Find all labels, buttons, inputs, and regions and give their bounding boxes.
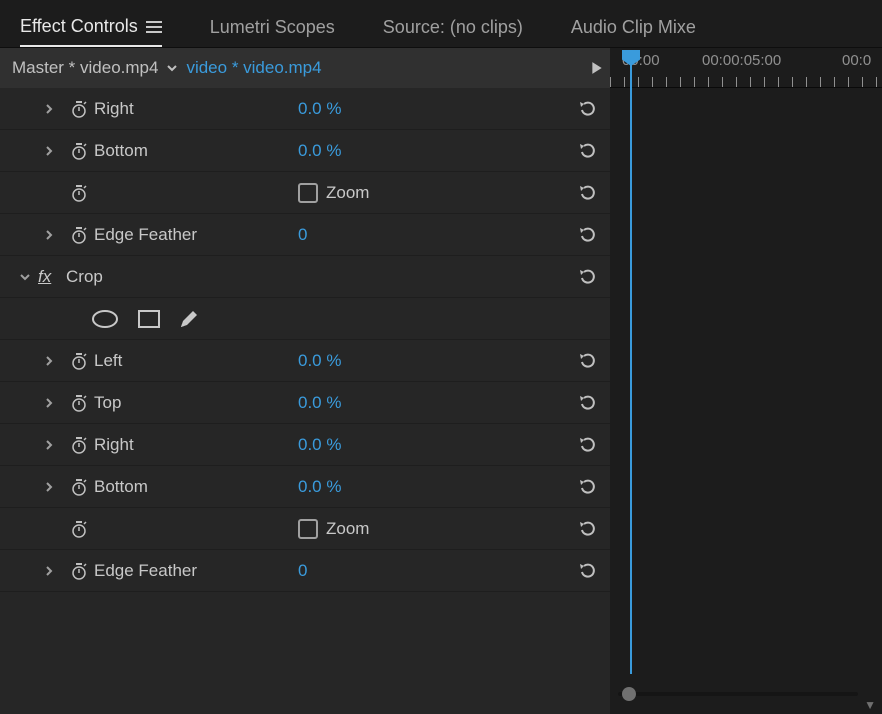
reset-icon[interactable] (576, 392, 598, 414)
chevron-right-icon[interactable] (44, 566, 64, 576)
stopwatch-icon[interactable] (64, 351, 94, 371)
sequence-clip-label[interactable]: video * video.mp4 (186, 58, 321, 78)
ruler-ticks (610, 77, 882, 87)
fx-badge-icon[interactable]: fx (38, 267, 66, 287)
prop-value[interactable]: 0.0 % (298, 99, 341, 119)
prop-value[interactable]: 0.0 % (298, 477, 341, 497)
reset-icon[interactable] (576, 224, 598, 246)
stopwatch-icon[interactable] (64, 435, 94, 455)
play-icon[interactable] (590, 61, 604, 75)
prop-crop-bottom: Bottom 0.0 % (0, 466, 610, 508)
resize-corner-icon[interactable]: ▼ (864, 698, 876, 712)
prop-value[interactable]: 0.0 % (298, 351, 341, 371)
prop-label: Bottom (94, 477, 148, 497)
prop-crop-zoom: Zoom (0, 508, 610, 550)
stopwatch-icon[interactable] (64, 225, 94, 245)
stopwatch-icon[interactable] (64, 99, 94, 119)
prop-label: Left (94, 351, 122, 371)
rectangle-mask-icon[interactable] (136, 308, 162, 330)
prop-crop-edge-feather: Edge Feather 0 (0, 550, 610, 592)
keyframe-timeline: 00:00 00:00:05:00 00:0 ▼ (610, 48, 882, 714)
stopwatch-icon[interactable] (64, 141, 94, 161)
reset-icon[interactable] (576, 518, 598, 540)
effect-controls-panel: Master * video.mp4 video * video.mp4 Rig… (0, 48, 610, 714)
ellipse-mask-icon[interactable] (90, 308, 120, 330)
tab-effect-controls[interactable]: Effect Controls (20, 8, 162, 47)
chevron-right-icon[interactable] (44, 104, 64, 114)
pen-mask-icon[interactable] (178, 308, 200, 330)
prop-crop-top: Top 0.0 % (0, 382, 610, 424)
effect-name: Crop (66, 267, 103, 287)
prop-edge-feather: Edge Feather 0 (0, 214, 610, 256)
reset-icon[interactable] (576, 560, 598, 582)
prop-right: Right 0.0 % (0, 88, 610, 130)
effect-crop-header[interactable]: fx Crop (0, 256, 610, 298)
reset-icon[interactable] (576, 182, 598, 204)
reset-icon[interactable] (576, 434, 598, 456)
stopwatch-icon[interactable] (64, 183, 94, 203)
prop-bottom: Bottom 0.0 % (0, 130, 610, 172)
zoom-thumb[interactable] (622, 687, 636, 701)
reset-icon[interactable] (576, 140, 598, 162)
tab-label: Effect Controls (20, 16, 138, 37)
mask-shape-tools (0, 298, 610, 340)
prop-label: Top (94, 393, 121, 413)
tab-lumetri-scopes[interactable]: Lumetri Scopes (210, 9, 335, 46)
zoom-checkbox[interactable] (298, 183, 318, 203)
prop-crop-left: Left 0.0 % (0, 340, 610, 382)
reset-icon[interactable] (576, 476, 598, 498)
property-list: Right 0.0 % Bottom 0.0 % (0, 88, 610, 714)
panel-menu-icon[interactable] (146, 21, 162, 33)
timecode-label: 00:0 (842, 52, 871, 69)
prop-label: Edge Feather (94, 561, 197, 581)
tab-source[interactable]: Source: (no clips) (383, 9, 523, 46)
chevron-right-icon[interactable] (44, 398, 64, 408)
zoom-label: Zoom (326, 183, 369, 203)
chevron-right-icon[interactable] (44, 356, 64, 366)
clip-selector-bar: Master * video.mp4 video * video.mp4 (0, 48, 610, 88)
zoom-label: Zoom (326, 519, 369, 539)
chevron-right-icon[interactable] (44, 482, 64, 492)
stopwatch-icon[interactable] (64, 477, 94, 497)
zoom-checkbox[interactable] (298, 519, 318, 539)
timecode-label: 00:00:05:00 (702, 52, 781, 69)
reset-icon[interactable] (576, 266, 598, 288)
prop-crop-right: Right 0.0 % (0, 424, 610, 466)
tab-audio-clip-mixer[interactable]: Audio Clip Mixe (571, 9, 696, 46)
prop-label: Right (94, 99, 134, 119)
chevron-right-icon[interactable] (44, 230, 64, 240)
prop-value[interactable]: 0 (298, 225, 307, 245)
timeline-ruler[interactable]: 00:00 00:00:05:00 00:0 (610, 48, 882, 88)
playhead[interactable] (630, 50, 632, 674)
panel-tabs: Effect Controls Lumetri Scopes Source: (… (0, 0, 882, 48)
chevron-down-icon[interactable] (20, 272, 38, 282)
zoom-scrollbar[interactable] (618, 692, 858, 696)
chevron-right-icon[interactable] (44, 440, 64, 450)
chevron-down-icon[interactable] (166, 62, 178, 74)
prop-label: Right (94, 435, 134, 455)
prop-value[interactable]: 0 (298, 561, 307, 581)
prop-zoom: Zoom (0, 172, 610, 214)
chevron-right-icon[interactable] (44, 146, 64, 156)
stopwatch-icon[interactable] (64, 519, 94, 539)
stopwatch-icon[interactable] (64, 393, 94, 413)
reset-icon[interactable] (576, 98, 598, 120)
stopwatch-icon[interactable] (64, 561, 94, 581)
prop-label: Bottom (94, 141, 148, 161)
prop-label: Edge Feather (94, 225, 197, 245)
prop-value[interactable]: 0.0 % (298, 141, 341, 161)
prop-value[interactable]: 0.0 % (298, 393, 341, 413)
master-clip-label[interactable]: Master * video.mp4 (12, 58, 158, 78)
prop-value[interactable]: 0.0 % (298, 435, 341, 455)
reset-icon[interactable] (576, 350, 598, 372)
